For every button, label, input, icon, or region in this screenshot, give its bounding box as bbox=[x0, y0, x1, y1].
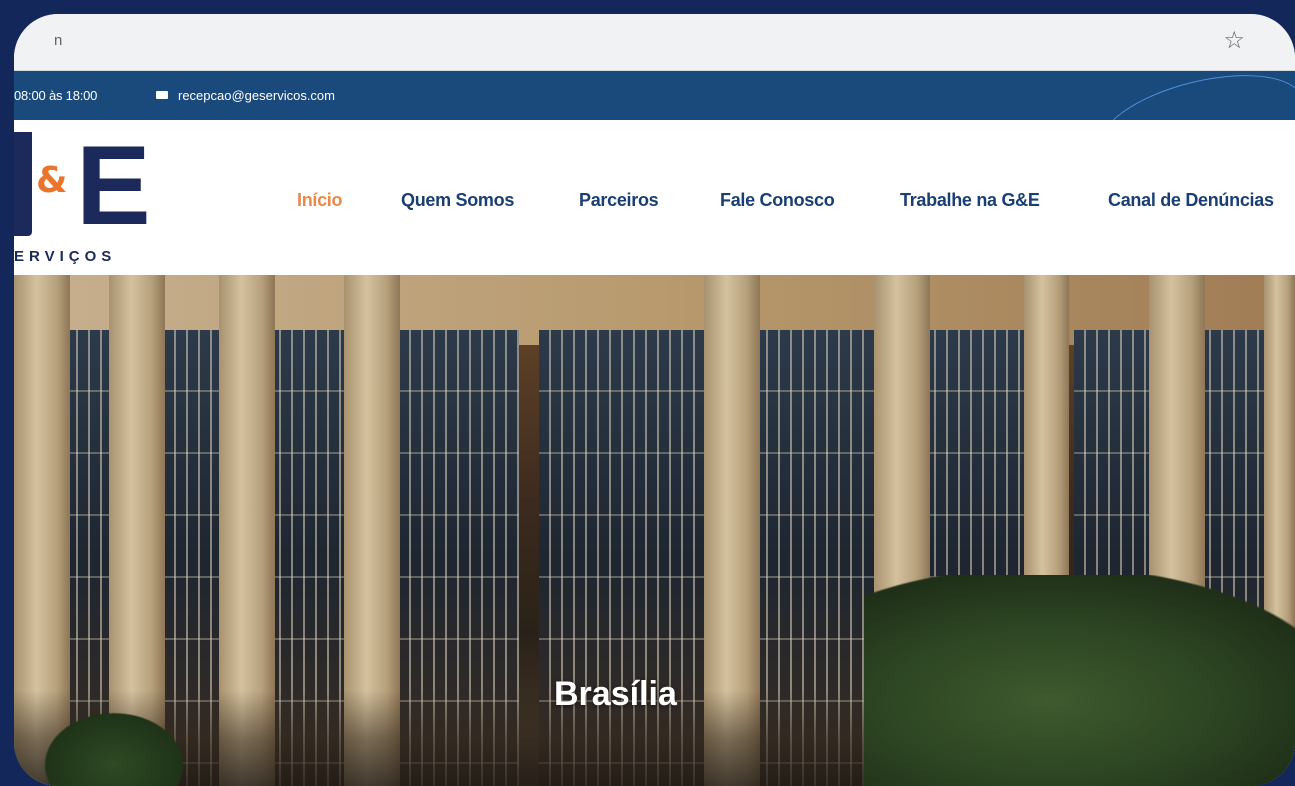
hero-banner: Brasília bbox=[14, 275, 1295, 786]
hero-vegetation bbox=[34, 705, 194, 786]
logo-g-mark bbox=[14, 132, 32, 236]
nav-item-inicio[interactable]: Início bbox=[297, 190, 343, 211]
star-icon[interactable]: ☆ bbox=[1223, 26, 1245, 54]
page-frame: n ☆ 08:00 às 18:00 recepcao@geservicos.c… bbox=[14, 14, 1295, 786]
nav-item-quem-somos[interactable]: Quem Somos bbox=[401, 190, 514, 211]
nav-item-fale-conosco[interactable]: Fale Conosco bbox=[720, 190, 835, 211]
nav-item-trabalhe[interactable]: Trabalhe na G&E bbox=[900, 190, 1040, 211]
browser-address-bar: n ☆ bbox=[14, 14, 1295, 71]
logo-e-letter: E bbox=[76, 123, 151, 248]
contact-email[interactable]: recepcao@geservicos.com bbox=[178, 88, 335, 103]
hero-caption: Brasília bbox=[554, 675, 677, 713]
main-navigation: Início Quem Somos Parceiros Fale Conosco… bbox=[14, 190, 1295, 220]
mail-icon bbox=[156, 91, 168, 99]
business-hours: 08:00 às 18:00 bbox=[14, 88, 98, 103]
logo-subtitle: ERVIÇOS bbox=[14, 248, 117, 265]
top-info-bar: 08:00 às 18:00 recepcao@geservicos.com bbox=[14, 56, 1295, 192]
site-header: & E ERVIÇOS Início Quem Somos Parceiros … bbox=[14, 120, 1295, 275]
nav-item-parceiros[interactable]: Parceiros bbox=[579, 190, 659, 211]
hero-vegetation bbox=[864, 575, 1295, 786]
nav-item-canal-denuncias[interactable]: Canal de Denúncias bbox=[1108, 190, 1274, 211]
address-url[interactable]: n bbox=[54, 32, 62, 49]
